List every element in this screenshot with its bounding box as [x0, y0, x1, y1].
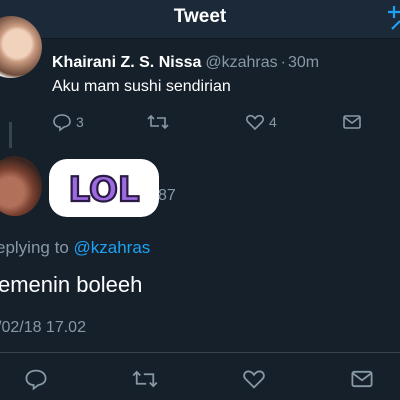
- separator: ·: [280, 54, 286, 71]
- mail-icon: [351, 370, 373, 388]
- thread-connector: [9, 122, 12, 148]
- author-name[interactable]: Khairani Z. S. Nissa: [52, 54, 201, 71]
- sticker-text: LOL: [68, 170, 139, 210]
- reply-button[interactable]: 3: [52, 112, 84, 132]
- author-line: Khairani Z. S. Nissa @kzahras · 30m: [52, 54, 319, 72]
- avatar[interactable]: [0, 156, 42, 216]
- header-bar: Tweet: [0, 0, 400, 39]
- like-button[interactable]: [242, 367, 266, 391]
- heart-icon: [243, 370, 265, 389]
- replying-to-label: eplying to: [0, 238, 74, 257]
- reply-icon: [25, 369, 47, 391]
- retweet-icon: [132, 370, 158, 388]
- tweet-text: Aku mam sushi sendirian: [52, 78, 231, 95]
- tweet-time: 30m: [287, 54, 320, 71]
- reply-count: 3: [76, 114, 84, 130]
- like-count: 4: [269, 114, 277, 130]
- retweet-button[interactable]: [147, 112, 173, 132]
- replying-to: eplying to @kzahras: [0, 238, 150, 258]
- lol-sticker: LOL: [49, 159, 159, 217]
- partial-count: 87: [158, 187, 176, 204]
- divider: [0, 352, 400, 353]
- reply-icon: [53, 114, 71, 132]
- page-title: Tweet: [173, 6, 227, 27]
- retweet-icon: [147, 114, 169, 130]
- compose-icon[interactable]: [386, 3, 400, 33]
- tweet-main-text: emenin boleeh: [0, 272, 143, 297]
- retweet-button[interactable]: [132, 367, 158, 391]
- mention-link[interactable]: @kzahras: [74, 238, 151, 257]
- share-button[interactable]: [350, 367, 374, 391]
- like-button[interactable]: 4: [245, 112, 277, 132]
- author-handle: @kzahras: [205, 54, 278, 71]
- reply-button[interactable]: [24, 367, 48, 391]
- tweet-timestamp: /02/18 17.02: [0, 319, 86, 336]
- share-button[interactable]: [342, 112, 362, 132]
- mail-icon: [343, 115, 361, 129]
- heart-icon: [246, 114, 264, 131]
